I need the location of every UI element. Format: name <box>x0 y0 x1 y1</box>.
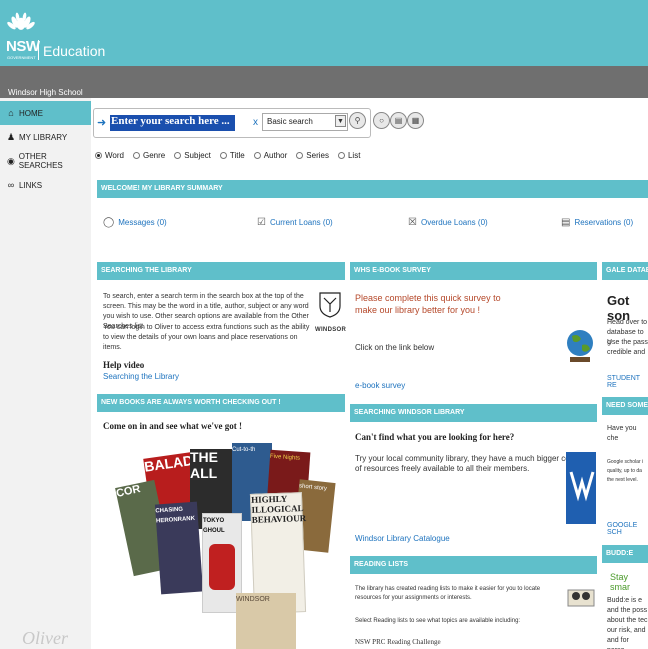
gale-database-header: GALE DATABA <box>602 262 648 280</box>
message-icon: ◯ <box>103 217 115 228</box>
reading-text-2: Select Reading lists to see what topics … <box>355 618 521 624</box>
new-books-subtitle: Come on in and see what we've got ! <box>103 421 242 431</box>
school-name: Windsor High School <box>8 88 83 97</box>
option-list[interactable]: List <box>337 151 360 160</box>
book-covers-collage: BALAD THE ALL Cut-to-th Five Nights shor… <box>115 443 338 649</box>
option-genre[interactable]: Genre <box>132 151 165 160</box>
option-word[interactable]: Word <box>95 151 124 160</box>
sidebar-item-label: MY LIBRARY <box>19 132 68 142</box>
search-history-icon[interactable]: ○ <box>373 112 390 129</box>
option-series[interactable]: Series <box>296 151 329 160</box>
government-logo-text: GOVERNMENT <box>7 55 36 60</box>
google-scholar-link[interactable]: GOOGLE SCH <box>607 522 648 536</box>
need-some-header: NEED SOME G <box>602 397 648 415</box>
sidebar-item-label: OTHER SEARCHES <box>18 152 63 170</box>
windsor-catalogue-link[interactable]: Windsor Library Catalogue <box>355 534 450 543</box>
link-icon: ∞ <box>7 180 15 190</box>
radio-icon <box>174 151 182 159</box>
summary-header: WELCOME! MY LIBRARY SUMMARY <box>97 180 648 198</box>
reading-text-3: NSW PRC Reading Challenge <box>355 638 441 646</box>
survey-headline: Please complete this quick survey to mak… <box>355 293 501 315</box>
windsor-library-header: SEARCHING WINDSOR LIBRARY <box>350 404 597 422</box>
chevron-down-icon[interactable]: ▼ <box>335 115 346 127</box>
windsor-crest-text: WINDSOR <box>315 327 347 333</box>
survey-text: Click on the link below <box>355 343 435 352</box>
globe-icon <box>567 330 593 362</box>
radio-icon <box>132 151 140 159</box>
search-options: Word Genre Subject Title Author Series L… <box>95 149 369 161</box>
need-line: the next level. <box>607 477 638 483</box>
hawkesbury-logo-icon <box>566 452 596 524</box>
sidebar-item-other-searches[interactable]: ◉ OTHER SEARCHES <box>0 149 91 173</box>
reservations-link[interactable]: ▤ Reservations (0) <box>561 217 633 228</box>
budde-line: our risk, and <box>607 627 646 634</box>
loans-icon: ☑ <box>257 217 266 228</box>
searching-library-header: SEARCHING THE LIBRARY <box>97 262 345 280</box>
magnifier-icon[interactable]: ⚲ <box>349 112 366 129</box>
budde-line: about the tec <box>607 617 648 624</box>
need-line: Google scholar i <box>607 459 644 465</box>
sidebar-item-links[interactable]: ∞ LINKS <box>0 173 91 197</box>
option-author[interactable]: Author <box>253 151 287 160</box>
option-subject[interactable]: Subject <box>174 151 211 160</box>
book-cover[interactable]: WINDSOR <box>236 593 296 649</box>
messages-link[interactable]: ◯ Messages (0) <box>103 217 167 228</box>
nsw-logo-text: NSW <box>6 38 40 55</box>
radio-icon <box>337 151 345 159</box>
need-line: quality, up to da <box>607 468 642 474</box>
searching-library-link[interactable]: Searching the Library <box>103 372 179 381</box>
overdue-loans-link[interactable]: ☒ Overdue Loans (0) <box>408 217 488 228</box>
gale-line: Head over to <box>607 319 648 326</box>
need-text: Have you che <box>607 425 637 442</box>
ebook-survey-header: WHS E-BOOK SURVEY <box>350 262 597 280</box>
arrow-right-icon: ➜ <box>97 117 107 129</box>
waratah-logo-icon <box>7 12 35 30</box>
reading-text: The library has created reading lists to… <box>355 586 541 601</box>
help-video-title: Help video <box>103 360 145 370</box>
school-crest-icon <box>319 292 341 318</box>
reading-lists-header: READING LISTS <box>350 556 597 574</box>
reservation-icon: ▤ <box>561 217 571 228</box>
binoculars-icon: ◉ <box>6 155 15 166</box>
header-divider <box>38 40 39 60</box>
budde-line: and the poss <box>607 607 648 614</box>
app-title[interactable]: Education <box>43 43 105 59</box>
reading-image-icon <box>567 589 595 607</box>
windsor-subtitle: Can't find what you are looking for here… <box>355 432 515 442</box>
budde-line: and for perso <box>607 637 629 649</box>
login-text: You can login to Oliver to access extra … <box>103 324 310 351</box>
current-loans-link[interactable]: ☑ Current Loans (0) <box>257 217 333 228</box>
book-cover[interactable]: CHASING HERONRANK <box>154 501 204 595</box>
sidebar-item-home[interactable]: ⌂ HOME <box>0 101 91 125</box>
radio-icon <box>219 151 227 159</box>
sidebar-item-my-library[interactable]: ♟ MY LIBRARY <box>0 125 91 149</box>
basket-icon[interactable]: ▦ <box>407 112 424 129</box>
new-books-header: NEW BOOKS ARE ALWAYS WORTH CHECKING OUT … <box>97 394 345 412</box>
ebook-survey-link[interactable]: e-book survey <box>355 381 405 390</box>
radio-icon <box>296 151 304 159</box>
manga-character-image <box>209 544 235 590</box>
budde-header: BUDD:E <box>602 545 648 563</box>
student-resources-link[interactable]: STUDENT RE <box>607 375 648 389</box>
sidebar-item-label: LINKS <box>19 180 43 190</box>
school-bar <box>0 66 648 98</box>
radio-selected-icon <box>95 151 102 159</box>
option-title[interactable]: Title <box>219 151 245 160</box>
clipboard-icon[interactable]: ▤ <box>390 112 407 129</box>
home-icon: ⌂ <box>8 108 14 118</box>
windsor-text: Try your local community library, they h… <box>355 454 595 473</box>
gale-line: Use the pass <box>607 339 648 346</box>
budde-headline: Stay smar <box>610 572 630 592</box>
sidebar-item-label: HOME <box>19 108 43 118</box>
radio-icon <box>253 151 261 159</box>
clear-search-icon[interactable]: x <box>253 117 258 128</box>
budde-line: Budd:e is e <box>607 597 643 604</box>
search-input[interactable]: Enter your search here ... <box>110 115 235 131</box>
overdue-icon: ☒ <box>408 217 417 228</box>
gale-line: credible and <box>607 349 646 356</box>
oliver-logo: Oliver <box>22 628 68 648</box>
person-icon: ♟ <box>6 131 16 142</box>
